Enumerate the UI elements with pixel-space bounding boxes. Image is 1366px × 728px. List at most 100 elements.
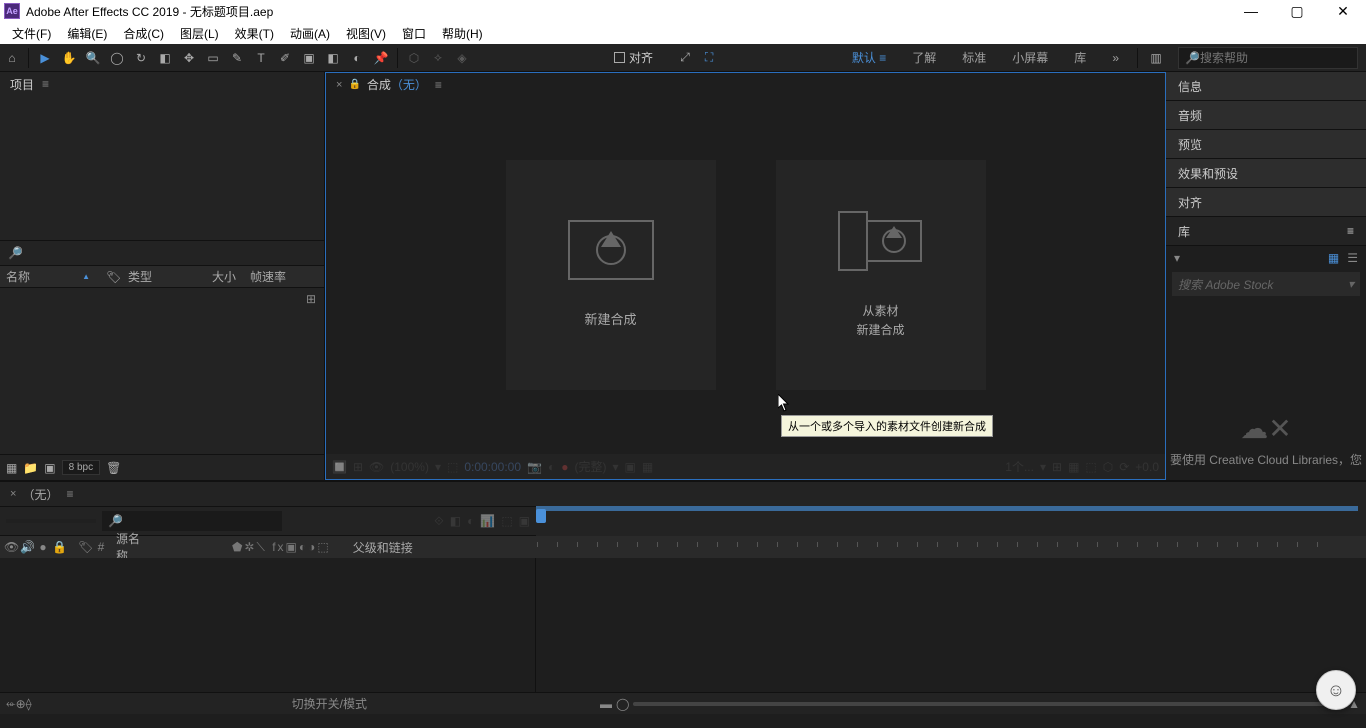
time-ruler[interactable] (536, 506, 1366, 536)
zoom-handle-icon[interactable]: ◯ (616, 697, 629, 711)
toggle-modes-icon[interactable]: ⊕ (16, 697, 26, 711)
selection-tool-icon[interactable]: ▶ (33, 46, 57, 70)
workspace-standard[interactable]: 标准 (950, 44, 998, 72)
pen-tool-icon[interactable]: ✎ (225, 46, 249, 70)
camera-tool-icon[interactable]: ◧ (153, 46, 177, 70)
view-layout-icon[interactable]: ⊞ (1052, 460, 1062, 474)
minimize-button[interactable]: — (1228, 0, 1274, 22)
effects-panel-tab[interactable]: 效果和预设 (1166, 159, 1366, 188)
grid-icon[interactable]: ⊞ (353, 460, 363, 474)
project-search[interactable]: 🔎 (0, 240, 324, 266)
red-icon[interactable]: ● (561, 460, 568, 474)
panel-menu-icon[interactable]: ≡ (435, 78, 442, 92)
mask-icon[interactable]: 👁 (369, 460, 384, 474)
lock-column-icon[interactable]: 🔒 (52, 540, 66, 554)
rotate-tool-icon[interactable]: ↻ (129, 46, 153, 70)
menu-window[interactable]: 窗口 (394, 25, 434, 42)
workspace-small[interactable]: 小屏幕 (1000, 44, 1060, 72)
clone-tool-icon[interactable]: ▣ (297, 46, 321, 70)
list-view-icon[interactable]: ☰ (1347, 251, 1358, 265)
bone-tool-icon[interactable]: ⟡ (426, 46, 450, 70)
menu-effect[interactable]: 效果(T) (227, 25, 282, 42)
project-tab[interactable]: 项目 (10, 76, 34, 93)
toggle-switches-button[interactable]: 切换开关/模式 (292, 695, 367, 712)
lock-icon[interactable]: 🔒 (348, 79, 360, 90)
audio-panel-tab[interactable]: 音频 (1166, 101, 1366, 130)
exposure-value[interactable]: +0.0 (1135, 460, 1159, 474)
snapping-toggle[interactable]: 对齐 (614, 49, 653, 66)
panel-menu-icon[interactable]: ▥ (1144, 46, 1168, 70)
audio-column-icon[interactable]: 🔊 (20, 540, 34, 554)
graph-editor-icon[interactable]: 📊 (480, 514, 495, 528)
timecode-input[interactable] (6, 519, 96, 523)
resolution[interactable]: (完整) (574, 458, 606, 475)
draft3d-icon[interactable]: ⬚ (501, 514, 512, 528)
close-tab-icon[interactable]: × (10, 488, 16, 500)
stock-search[interactable]: 搜索 Adobe Stock ▾ (1172, 272, 1360, 296)
zoom-tool-icon[interactable]: 🔍 (81, 46, 105, 70)
close-tab-icon[interactable]: × (336, 79, 342, 91)
folder-icon[interactable]: 📁 (23, 461, 38, 475)
motion-blur-icon[interactable]: ◐ (467, 514, 474, 528)
playhead-icon[interactable] (536, 509, 546, 523)
bit-depth-button[interactable]: 8 bpc (62, 460, 100, 475)
snap-bounds-icon[interactable]: ⛶ (697, 46, 721, 70)
workspace-library[interactable]: 库 (1062, 44, 1098, 72)
interpret-icon[interactable]: ▦ (6, 461, 17, 475)
timeline-zoom[interactable]: ▬ ◯ ▲ (600, 697, 1360, 711)
brush-tool-icon[interactable]: ✐ (273, 46, 297, 70)
render-icon[interactable]: ▣ (519, 514, 530, 528)
zoom-out-icon[interactable]: ▬ (600, 697, 612, 711)
maximize-button[interactable]: ▢ (1274, 0, 1320, 22)
col-type[interactable]: 类型 (122, 268, 192, 285)
preview-panel-tab[interactable]: 预览 (1166, 130, 1366, 159)
toggle-switches-icon[interactable]: ⬰ (6, 696, 16, 711)
roto-tool-icon[interactable]: ◐ (345, 46, 369, 70)
3d-icon[interactable]: ⬚ (1085, 460, 1096, 474)
parent-column[interactable]: 父级和链接 (353, 539, 413, 556)
assistant-fab[interactable]: ☺ (1316, 670, 1356, 710)
menu-composition[interactable]: 合成(C) (115, 25, 172, 42)
help-search[interactable]: 🔎 (1178, 47, 1358, 69)
trash-icon[interactable]: 🗑 (106, 461, 121, 475)
col-tag-icon[interactable]: 🏷 (100, 270, 122, 284)
timeline-tracks[interactable] (536, 558, 1366, 692)
panel-menu-icon[interactable]: ≡ (1347, 224, 1354, 238)
shy-icon[interactable]: ⟐ (434, 514, 443, 529)
menu-layer[interactable]: 图层(L) (172, 25, 227, 42)
number-column[interactable]: # (94, 540, 108, 554)
panel-menu-icon[interactable]: ≡ (66, 487, 73, 501)
exposure-reset-icon[interactable]: ⟳ (1119, 460, 1129, 474)
shape-tool-icon[interactable]: ▭ (201, 46, 225, 70)
zoom-level[interactable]: (100%) (390, 460, 429, 474)
res-icon[interactable]: ▾ (435, 460, 441, 474)
pixel-aspect-icon[interactable]: ▦ (1068, 460, 1079, 474)
flowchart-icon[interactable]: ⊞ (306, 292, 316, 306)
type-tool-icon[interactable]: T (249, 46, 273, 70)
col-name[interactable]: 名称 (0, 268, 100, 285)
project-list[interactable] (0, 310, 324, 454)
grid-view-icon[interactable]: ▦ (1328, 251, 1339, 265)
timecode[interactable]: 0:00:00:00 (464, 460, 521, 474)
help-search-input[interactable] (1200, 51, 1351, 65)
frame-blend-icon[interactable]: ◧ (450, 514, 461, 528)
switches-columns[interactable]: ⬟✲⟍ fx▣◐◑⬚ (232, 540, 331, 555)
close-button[interactable]: ✕ (1320, 0, 1366, 22)
align-panel-tab[interactable]: 对齐 (1166, 188, 1366, 217)
draft-icon[interactable]: ⬡ (1103, 460, 1113, 474)
menu-file[interactable]: 文件(F) (4, 25, 59, 42)
new-comp-icon[interactable]: ▣ (44, 461, 55, 475)
label-column-icon[interactable]: 🏷 (78, 540, 92, 554)
pin-tool-icon[interactable]: ◈ (450, 46, 474, 70)
panel-menu-icon[interactable]: ≡ (42, 77, 49, 91)
orbit-tool-icon[interactable]: ◯ (105, 46, 129, 70)
timeline-search[interactable]: 🔎 (102, 511, 282, 531)
pan-behind-tool-icon[interactable]: ✥ (177, 46, 201, 70)
workspace-learn[interactable]: 了解 (900, 44, 948, 72)
menu-animation[interactable]: 动画(A) (282, 25, 338, 42)
info-panel-tab[interactable]: 信息 (1166, 72, 1366, 101)
home-icon[interactable]: ⌂ (0, 46, 24, 70)
new-composition-button[interactable]: 新建合成 (506, 160, 716, 390)
library-panel-tab[interactable]: 库 ≡ (1166, 217, 1366, 246)
channel-icon[interactable]: ◐ (548, 460, 555, 474)
